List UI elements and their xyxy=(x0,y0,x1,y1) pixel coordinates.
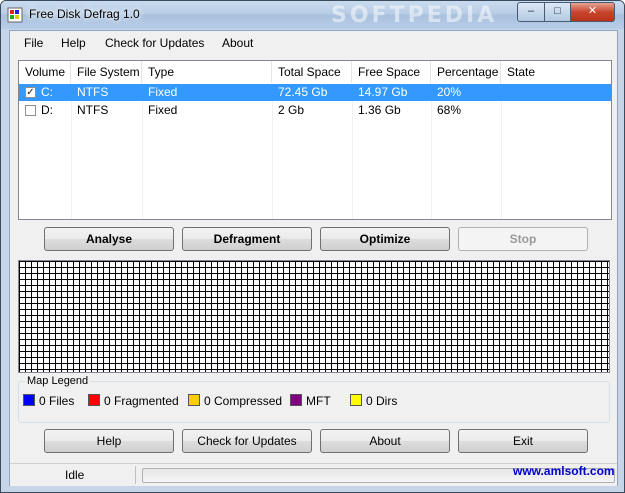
stop-button[interactable]: Stop xyxy=(458,227,588,251)
col-state[interactable]: State xyxy=(501,61,611,83)
menu-about[interactable]: About xyxy=(222,36,253,50)
dirs-swatch xyxy=(350,394,362,406)
cell-free-space: 1.36 Gb xyxy=(358,103,401,117)
analyse-button[interactable]: Analyse xyxy=(44,227,174,251)
cell-file-system: NTFS xyxy=(77,103,109,117)
status-text: Idle xyxy=(65,468,85,482)
col-type[interactable]: Type xyxy=(142,61,272,83)
col-free-space[interactable]: Free Space xyxy=(352,61,431,83)
cell-state xyxy=(501,102,507,119)
menu-bar: File Help Check for Updates About xyxy=(10,31,617,56)
cell-type: Fixed xyxy=(148,85,178,99)
cell-percentage: 68% xyxy=(437,103,462,117)
col-percentage[interactable]: Percentage xyxy=(431,61,501,83)
col-total-space[interactable]: Total Space xyxy=(272,61,352,83)
legend-item-fragmented: 0 Fragmented xyxy=(88,394,179,408)
cell-volume: D: xyxy=(41,103,53,117)
status-separator xyxy=(135,466,136,484)
legend-item-compressed: 0 Compressed xyxy=(188,394,282,408)
watermark: SOFTPEDIA xyxy=(331,3,498,28)
legend-title: Map Legend xyxy=(25,375,91,387)
files-swatch xyxy=(23,394,35,406)
app-window: Free Disk Defrag 1.0 SOFTPEDIA – □ ✕ Fil… xyxy=(0,0,625,493)
table-row[interactable]: D: NTFS Fixed 2 Gb 1.36 Gb 68% xyxy=(19,102,611,119)
list-header: Volume File System Type Total Space Free… xyxy=(19,61,611,83)
cell-state xyxy=(501,84,507,101)
title-bar[interactable]: Free Disk Defrag 1.0 SOFTPEDIA – □ ✕ xyxy=(1,1,624,29)
menu-help[interactable]: Help xyxy=(61,36,86,50)
menu-file[interactable]: File xyxy=(24,36,43,50)
check-for-updates-button[interactable]: Check for Updates xyxy=(182,429,312,453)
legend-item-mft: MFT xyxy=(290,394,331,408)
website-link[interactable]: www.amlsoft.com xyxy=(513,464,615,478)
exit-button[interactable]: Exit xyxy=(458,429,588,453)
cell-total-space: 2 Gb xyxy=(278,103,305,117)
col-file-system[interactable]: File System xyxy=(71,61,142,83)
compressed-swatch xyxy=(188,394,200,406)
help-button[interactable]: Help xyxy=(44,429,174,453)
cell-file-system: NTFS xyxy=(77,85,109,99)
cell-total-space: 72.45 Gb xyxy=(278,85,328,99)
cell-type: Fixed xyxy=(148,103,178,117)
cell-volume: C: xyxy=(41,85,53,99)
maximize-button[interactable]: □ xyxy=(544,2,571,22)
legend-item-dirs: 0 Dirs xyxy=(350,394,397,408)
cell-free-space: 14.97 Gb xyxy=(358,85,408,99)
about-button[interactable]: About xyxy=(320,429,450,453)
client-area: File Help Check for Updates About Volume… xyxy=(9,30,618,486)
col-volume[interactable]: Volume xyxy=(19,61,71,83)
legend-item-files: 0 Files xyxy=(23,394,74,408)
defragment-button[interactable]: Defragment xyxy=(182,227,312,251)
optimize-button[interactable]: Optimize xyxy=(320,227,450,251)
status-bar: Idle www.amlsoft.com xyxy=(10,463,617,486)
cell-percentage: 20% xyxy=(437,85,462,99)
minimize-button[interactable]: – xyxy=(517,2,545,22)
mft-swatch xyxy=(290,394,302,406)
volume-list[interactable]: Volume File System Type Total Space Free… xyxy=(18,60,612,220)
menu-check-for-updates[interactable]: Check for Updates xyxy=(105,36,204,50)
disk-map xyxy=(18,260,610,373)
map-legend: Map Legend 0 Files 0 Fragmented 0 Compre… xyxy=(18,375,610,423)
table-row[interactable]: ✓ C: NTFS Fixed 72.45 Gb 14.97 Gb 20% xyxy=(19,84,611,101)
fragmented-swatch xyxy=(88,394,100,406)
window-title: Free Disk Defrag 1.0 xyxy=(29,7,140,21)
close-button[interactable]: ✕ xyxy=(570,2,615,22)
app-icon xyxy=(7,7,23,23)
